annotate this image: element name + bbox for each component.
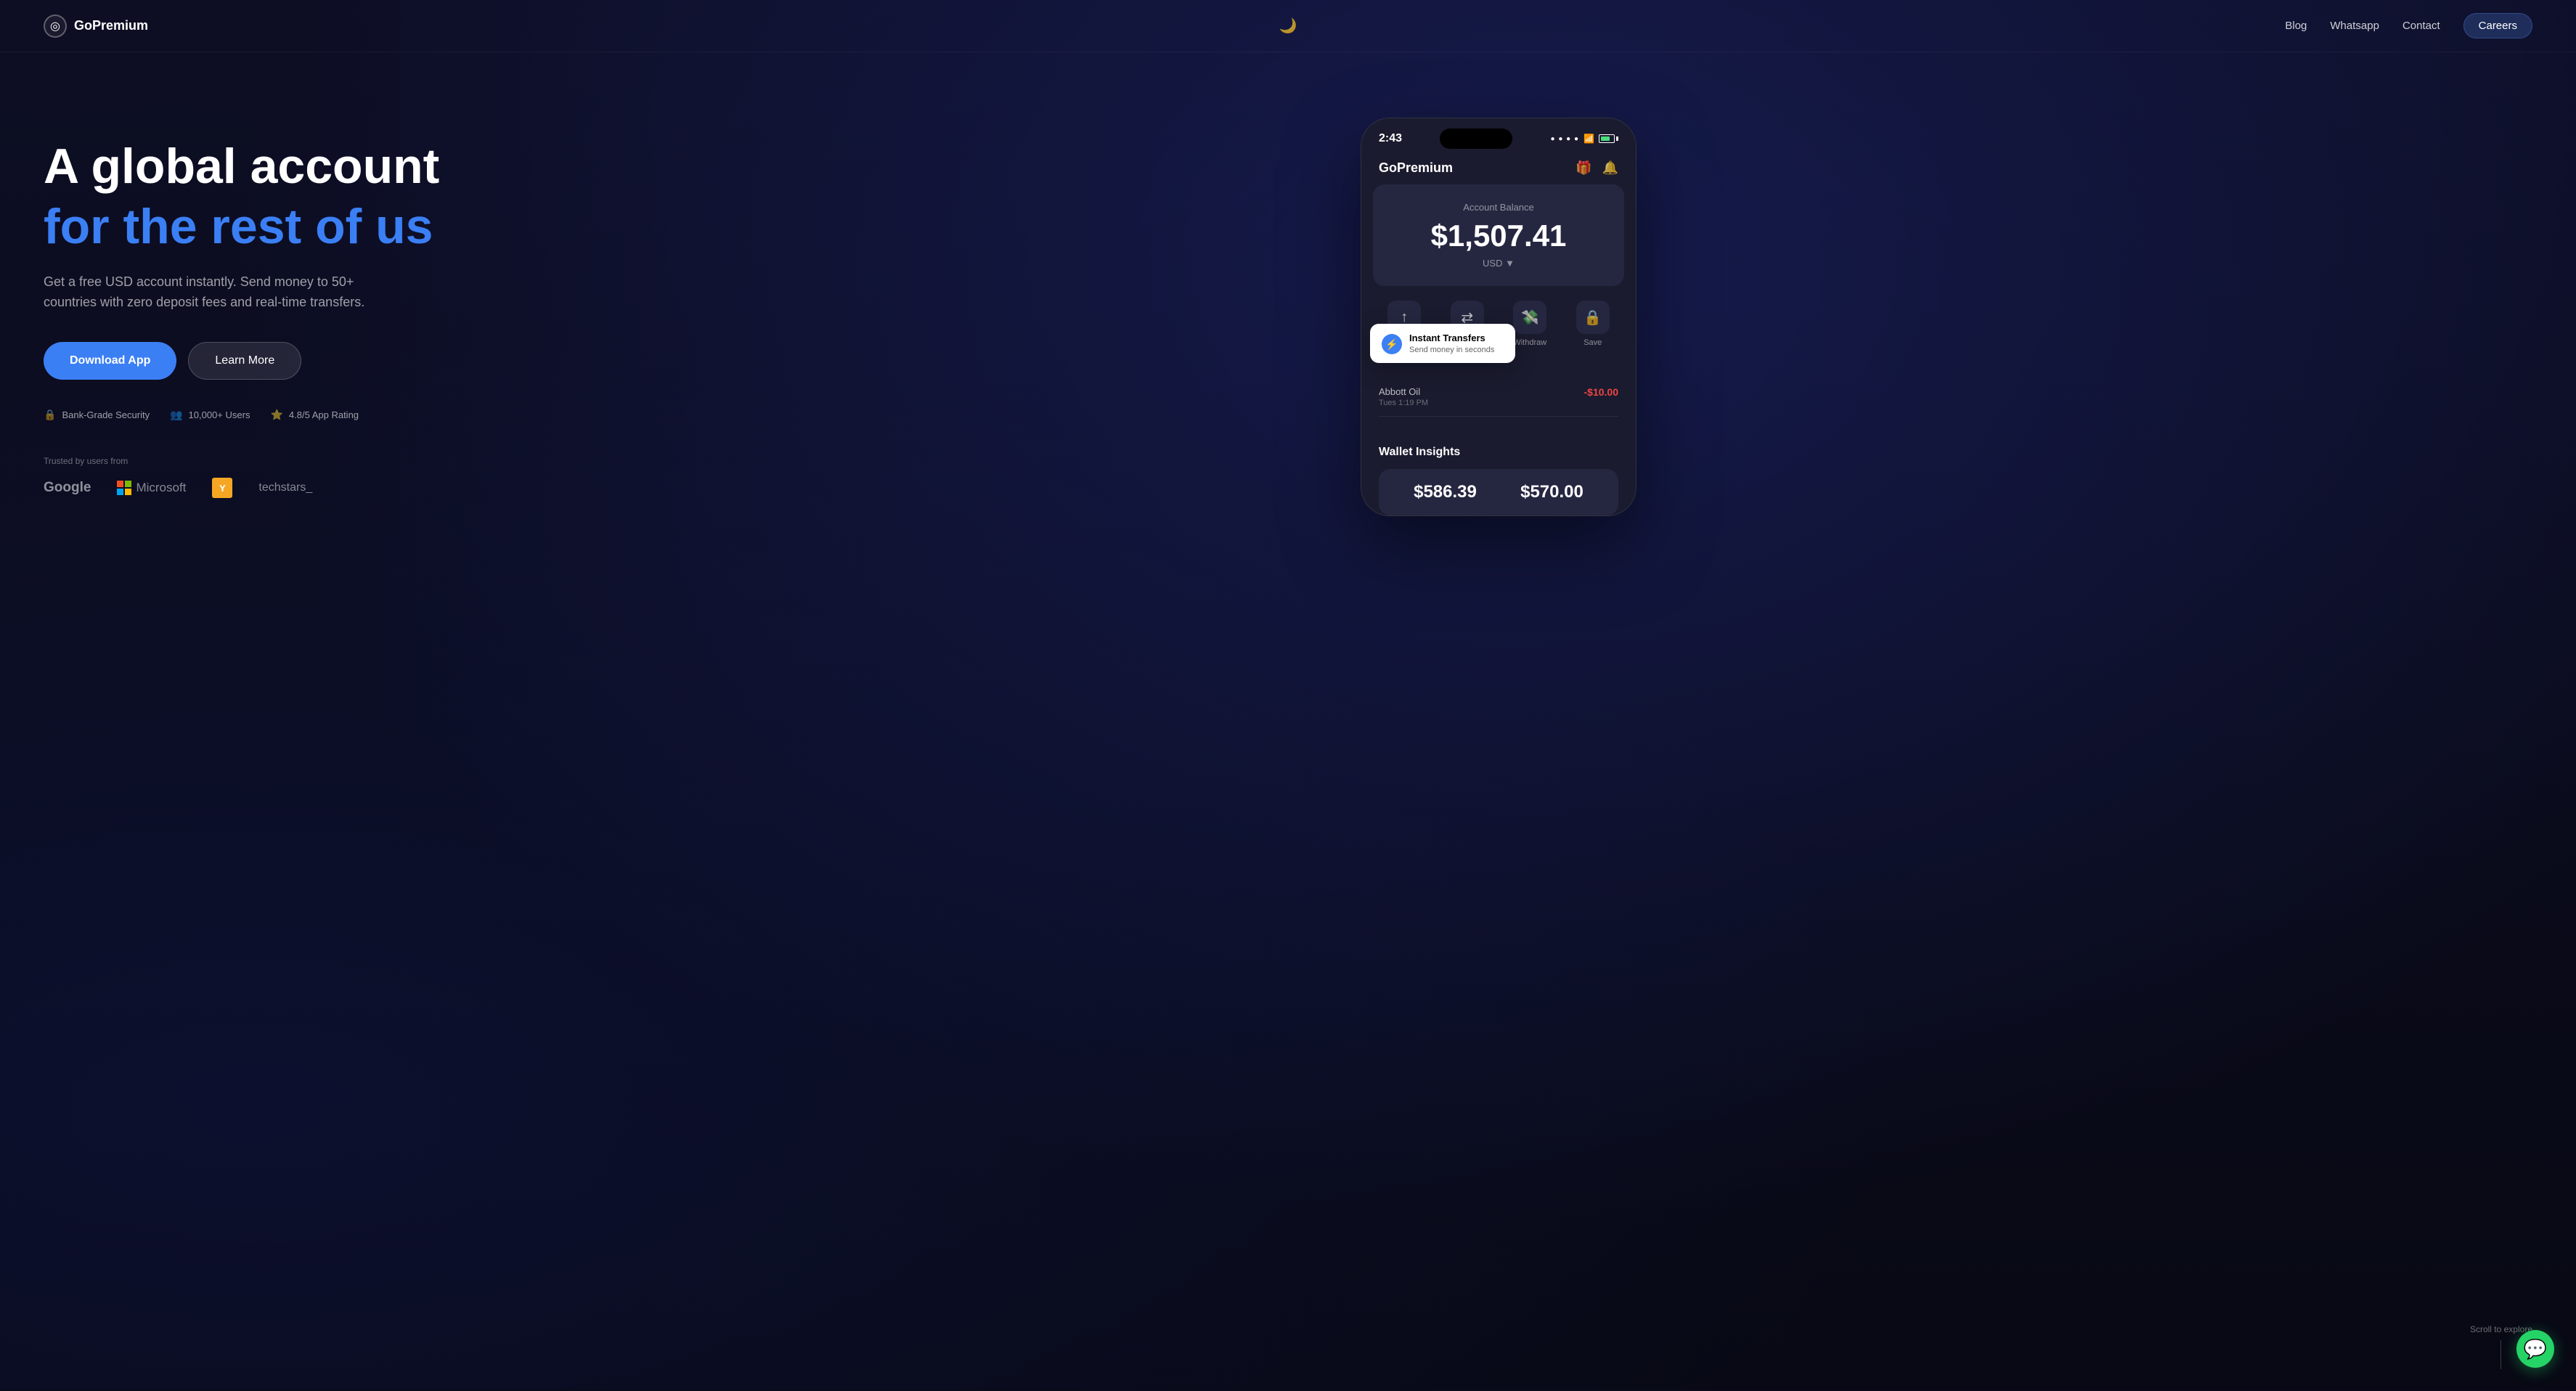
- hero-content: A global account for the rest of us Get …: [44, 110, 465, 498]
- withdraw-label: Withdraw: [1513, 338, 1546, 347]
- theme-toggle-icon[interactable]: 🌙: [1279, 18, 1297, 34]
- balance-label: Account Balance: [1390, 202, 1607, 213]
- badge-rating-text: 4.8/5 App Rating: [289, 409, 359, 420]
- battery-icon: [1599, 134, 1618, 143]
- scroll-line: [2500, 1340, 2501, 1369]
- hero-badges: 🔒 Bank-Grade Security 👥 10,000+ Users ⭐ …: [44, 409, 465, 421]
- microsoft-logo: Microsoft: [117, 481, 186, 495]
- transaction-divider: [1379, 416, 1618, 417]
- hero-cta-group: Download App Learn More: [44, 342, 465, 380]
- nav-link-blog[interactable]: Blog: [2285, 20, 2307, 32]
- hero-title-line1: A global account: [44, 139, 465, 194]
- trusted-label: Trusted by users from: [44, 456, 465, 466]
- balance-card: Account Balance $1,507.41 USD ▼: [1373, 184, 1624, 286]
- security-icon: 🔒: [44, 409, 56, 421]
- phone-app-header: GoPremium 🎁 🔔: [1361, 155, 1636, 184]
- learn-more-button[interactable]: Learn More: [188, 342, 301, 380]
- insight-amount-1: $586.39: [1414, 482, 1477, 502]
- insights-card: $586.39 $570.00: [1379, 469, 1618, 515]
- insight-value-2: $570.00: [1520, 482, 1583, 502]
- nav-link-contact[interactable]: Contact: [2402, 20, 2440, 32]
- balance-amount: $1,507.41: [1390, 219, 1607, 253]
- star-icon: ⭐: [270, 409, 282, 421]
- badge-users-text: 10,000+ Users: [189, 409, 250, 420]
- navbar-logo-group: ◎ GoPremium: [44, 15, 148, 38]
- phone-dynamic-island: [1440, 129, 1512, 149]
- nav-link-whatsapp[interactable]: Whatsapp: [2330, 20, 2379, 32]
- phone-app-name: GoPremium: [1379, 160, 1453, 176]
- trusted-section: Trusted by users from Google Microsoft Y…: [44, 456, 465, 498]
- badge-security-text: Bank-Grade Security: [62, 409, 150, 420]
- wallet-insights-section: Wallet Insights $586.39 $570.00: [1361, 434, 1636, 515]
- phone-header-actions: 🎁 🔔: [1576, 160, 1618, 176]
- wifi-icon: 📶: [1583, 134, 1594, 144]
- instant-transfers-tooltip: ⚡ Instant Transfers Send money in second…: [1370, 324, 1515, 363]
- hero-title-line2: for the rest of us: [44, 200, 465, 254]
- phone-mockup-container: 2:43 ● ● ● ● 📶 GoPremium 🎁: [465, 110, 2532, 516]
- hero-subtitle: Get a free USD account instantly. Send m…: [44, 272, 378, 314]
- google-logo: Google: [44, 480, 91, 496]
- navbar-links: Blog Whatsapp Contact Careers: [2285, 13, 2532, 38]
- phone-status-icons: ● ● ● ● 📶: [1551, 134, 1618, 144]
- yc-logo: Y: [212, 478, 232, 498]
- badge-rating: ⭐ 4.8/5 App Rating: [270, 409, 359, 421]
- navbar: ◎ GoPremium 🌙 Blog Whatsapp Contact Care…: [0, 0, 2576, 52]
- logo-symbol: ◎: [50, 19, 60, 33]
- hero-section: A global account for the rest of us Get …: [0, 52, 2576, 1391]
- download-app-button[interactable]: Download App: [44, 342, 176, 380]
- whatsapp-fab[interactable]: 💬: [2516, 1330, 2554, 1368]
- action-withdraw[interactable]: 💸 Withdraw: [1513, 301, 1546, 347]
- tooltip-lightning-icon: ⚡: [1382, 334, 1402, 354]
- brand-name: GoPremium: [74, 18, 148, 33]
- nav-careers-button[interactable]: Careers: [2463, 13, 2532, 38]
- action-save[interactable]: 🔒 Save: [1576, 301, 1610, 347]
- save-icon: 🔒: [1576, 301, 1610, 334]
- phone-status-bar: 2:43 ● ● ● ● 📶: [1361, 118, 1636, 155]
- trusted-logos: Google Microsoft Y techstars_: [44, 478, 465, 498]
- whatsapp-icon: 💬: [2524, 1338, 2547, 1361]
- insight-value-1: $586.39: [1414, 482, 1477, 502]
- wallet-insights-title: Wallet Insights: [1379, 446, 1618, 459]
- notification-icon[interactable]: 🔔: [1602, 160, 1618, 176]
- tooltip-text: Instant Transfers Send money in seconds: [1409, 333, 1494, 354]
- tooltip-description: Send money in seconds: [1409, 346, 1494, 354]
- transaction-date: Tues 1:19 PM: [1379, 399, 1428, 407]
- scroll-label: Scroll to explore: [2470, 1324, 2532, 1334]
- techstars-logo: techstars_: [258, 481, 312, 494]
- badge-security: 🔒 Bank-Grade Security: [44, 409, 150, 421]
- transaction-amount: -$10.00: [1584, 386, 1618, 398]
- logo-icon: ◎: [44, 15, 67, 38]
- navbar-center: 🌙: [1279, 17, 1297, 35]
- gift-icon[interactable]: 🎁: [1576, 160, 1591, 176]
- signal-dots-icon: ● ● ● ●: [1551, 135, 1580, 143]
- transaction-title: Abbott Oil: [1379, 386, 1428, 397]
- save-label: Save: [1583, 338, 1602, 347]
- phone-time: 2:43: [1379, 132, 1402, 145]
- transaction-info: Abbott Oil Tues 1:19 PM: [1379, 386, 1428, 407]
- tooltip-title: Instant Transfers: [1409, 333, 1494, 343]
- users-icon: 👥: [170, 409, 182, 421]
- insight-amount-2: $570.00: [1520, 482, 1583, 502]
- badge-users: 👥 10,000+ Users: [170, 409, 250, 421]
- phone-mockup: 2:43 ● ● ● ● 📶 GoPremium 🎁: [1361, 118, 1637, 516]
- balance-currency: USD ▼: [1390, 258, 1607, 269]
- phone-actions-row: ↑ Add ⇄ Convert 💸 Withdraw 🔒 Save ⚡: [1361, 286, 1636, 356]
- transaction-row: Abbott Oil Tues 1:19 PM -$10.00: [1361, 372, 1636, 434]
- withdraw-icon: 💸: [1513, 301, 1546, 334]
